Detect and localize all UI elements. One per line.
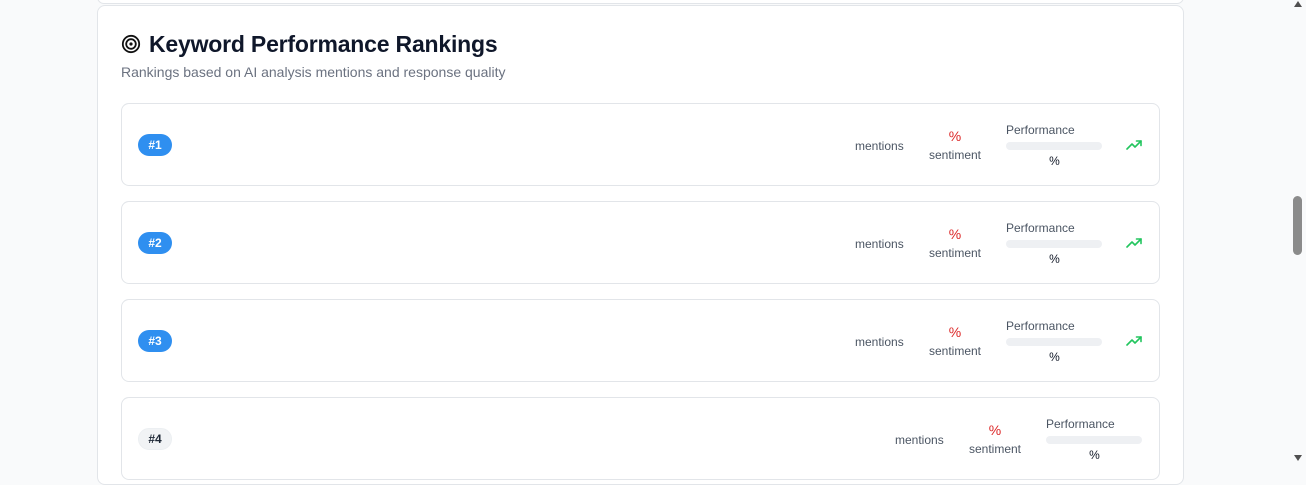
mentions-label: mentions — [855, 335, 904, 349]
target-icon — [121, 34, 141, 54]
ranking-row-2[interactable]: #2 mentions % sentiment Performance % — [121, 201, 1160, 284]
sentiment-label: sentiment — [928, 148, 982, 162]
performance-stat: Performance % — [1006, 319, 1103, 364]
performance-label: Performance — [1046, 417, 1115, 431]
card-header: Keyword Performance Rankings Rankings ba… — [121, 30, 1160, 80]
ranking-row-3[interactable]: #3 mentions % sentiment Performance % — [121, 299, 1160, 382]
sentiment-stat: % sentiment — [965, 422, 1025, 456]
sentiment-value: % — [988, 422, 1002, 438]
sentiment-stat: % sentiment — [925, 226, 985, 260]
sentiment-value: % — [948, 324, 962, 340]
performance-stat: Performance % — [1046, 417, 1143, 462]
previous-card-edge — [97, 0, 1184, 4]
performance-bar — [1006, 338, 1102, 346]
title-row: Keyword Performance Rankings — [121, 30, 1160, 58]
sentiment-value: % — [948, 128, 962, 144]
mentions-label: mentions — [855, 139, 904, 153]
performance-value: % — [1089, 448, 1100, 462]
rank-badge: #3 — [138, 330, 172, 352]
ranking-row-1[interactable]: #1 mentions % sentiment Performance % — [121, 103, 1160, 186]
performance-bar — [1006, 240, 1102, 248]
keyword-rankings-card: Keyword Performance Rankings Rankings ba… — [97, 5, 1184, 485]
sentiment-value: % — [948, 226, 962, 242]
sentiment-label: sentiment — [928, 344, 982, 358]
sentiment-label: sentiment — [928, 246, 982, 260]
rank-badge: #4 — [138, 428, 172, 450]
rank-badge: #1 — [138, 134, 172, 156]
mentions-label: mentions — [895, 433, 944, 447]
performance-value: % — [1049, 350, 1060, 364]
performance-value: % — [1049, 252, 1060, 266]
performance-bar — [1006, 142, 1102, 150]
page-scrollbar[interactable] — [1291, 0, 1306, 466]
panel-subtitle: Rankings based on AI analysis mentions a… — [121, 64, 506, 80]
trending-up-icon — [1126, 236, 1142, 250]
scroll-up-arrow-icon[interactable] — [1294, 1, 1302, 7]
performance-label: Performance — [1006, 319, 1075, 333]
panel-title: Keyword Performance Rankings — [149, 31, 498, 57]
ranking-row-4[interactable]: #4 mentions % sentiment Performance % — [121, 397, 1160, 480]
performance-stat: Performance % — [1006, 221, 1103, 266]
performance-value: % — [1049, 154, 1060, 168]
sentiment-stat: % sentiment — [925, 324, 985, 358]
performance-label: Performance — [1006, 123, 1075, 137]
trending-up-icon — [1126, 334, 1142, 348]
mentions-label: mentions — [855, 237, 904, 251]
scroll-down-arrow-icon[interactable] — [1294, 455, 1302, 461]
performance-bar — [1046, 436, 1142, 444]
sentiment-stat: % sentiment — [925, 128, 985, 162]
rank-badge: #2 — [138, 232, 172, 254]
sentiment-label: sentiment — [968, 442, 1022, 456]
performance-stat: Performance % — [1006, 123, 1103, 168]
performance-label: Performance — [1006, 221, 1075, 235]
trending-up-icon — [1126, 138, 1142, 152]
scrollbar-thumb[interactable] — [1293, 196, 1302, 255]
